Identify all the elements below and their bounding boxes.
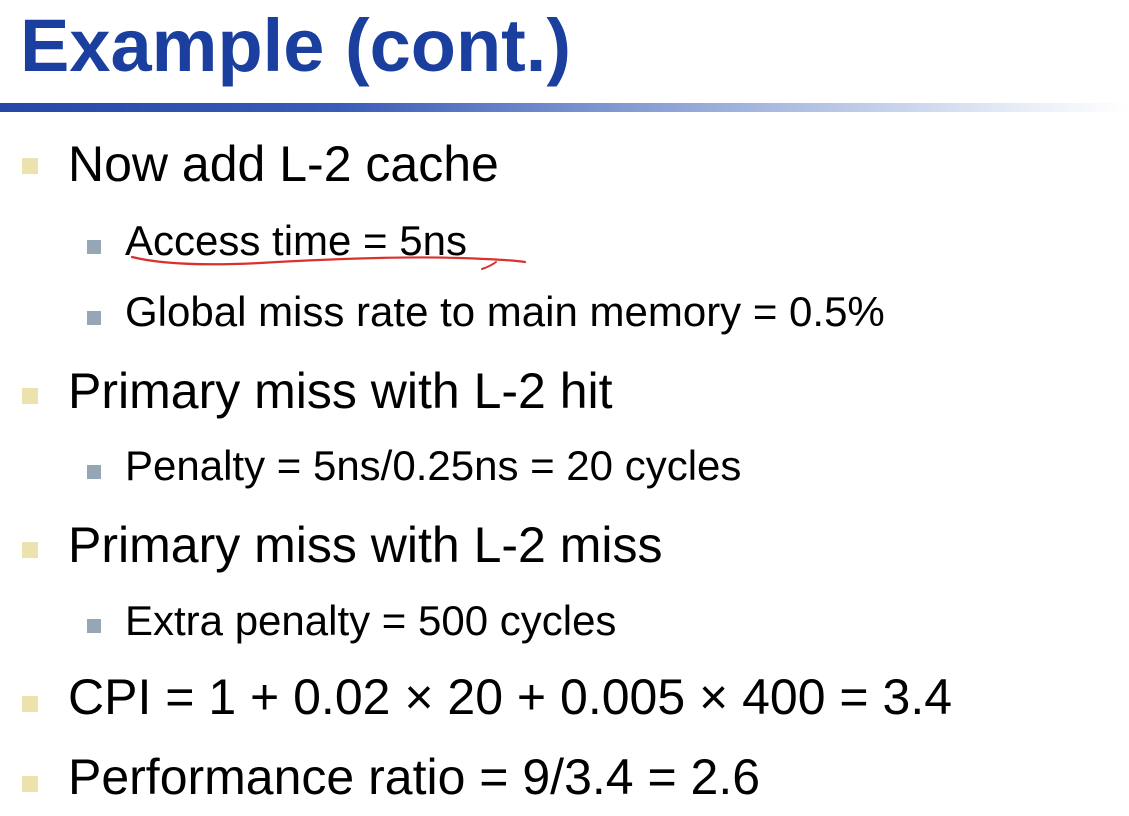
sub-bullet-square-icon <box>87 465 101 479</box>
sub-bullet-square-icon <box>87 311 101 325</box>
bullet-square-icon <box>22 776 38 792</box>
bullet-item-performance-ratio: Performance ratio = 9/3.4 = 2.6 <box>68 749 761 805</box>
bullet-square-icon <box>22 542 38 558</box>
bullet-square-icon <box>22 388 38 404</box>
bullet-item-primary-miss-l2-hit: Primary miss with L-2 hit <box>68 363 613 419</box>
sub-bullet-square-icon <box>87 619 101 633</box>
bullet-item-primary-miss-l2-miss: Primary miss with L-2 miss <box>68 517 663 573</box>
slide-title: Example (cont.) <box>20 4 571 87</box>
sub-item-global-miss-rate: Global miss rate to main memory = 0.5% <box>125 288 885 335</box>
sub-bullet-square-icon <box>87 240 101 254</box>
sub-item-access-time: Access time = 5ns <box>125 217 467 264</box>
bullet-item-cpi: CPI = 1 + 0.02 × 20 + 0.005 × 400 = 3.4 <box>68 669 953 725</box>
slide: Example (cont.) Now add L-2 cache Access… <box>0 0 1129 816</box>
bullet-square-icon <box>22 158 38 174</box>
sub-item-extra-penalty: Extra penalty = 500 cycles <box>125 597 617 644</box>
title-underline-rule <box>0 103 1129 112</box>
bullet-square-icon <box>22 696 38 712</box>
bullet-item-now-add-l2-cache: Now add L-2 cache <box>68 136 499 192</box>
sub-item-penalty: Penalty = 5ns/0.25ns = 20 cycles <box>125 442 742 489</box>
